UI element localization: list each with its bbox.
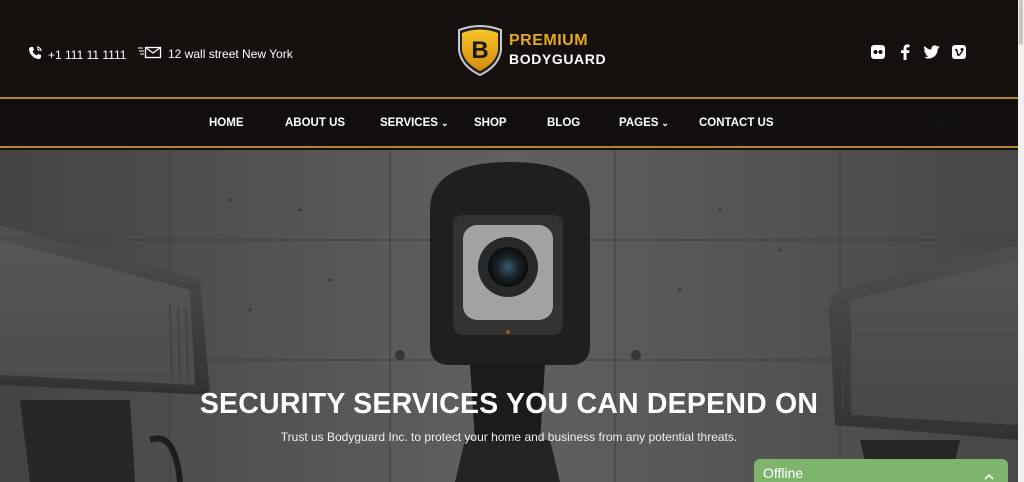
address-text: 12 wall street New York: [168, 47, 293, 61]
flickr-icon[interactable]: [870, 44, 886, 60]
chat-status: Offline: [763, 465, 804, 481]
phone-contact: +1 111 11 1111: [28, 46, 126, 63]
logo-premium: PREMIUM: [509, 32, 589, 49]
logo-bodyguard: BODYGUARD: [509, 51, 607, 67]
chat-widget[interactable]: Offline: [754, 459, 1008, 482]
cart-icon[interactable]: [934, 118, 949, 136]
svg-text:B: B: [471, 37, 488, 64]
social-links: [870, 44, 967, 60]
nav-item-pages[interactable]: PAGES ⌄: [619, 117, 669, 129]
nav-item-shop[interactable]: SHOP: [474, 117, 507, 129]
nav-item-contact-us[interactable]: CONTACT US: [699, 117, 774, 129]
facebook-icon[interactable]: [897, 44, 913, 60]
main-nav: HOME ABOUT US SERVICES ⌄ SHOP BLOG PAGES ⌄…: [0, 97, 1018, 148]
page-scrollbar[interactable]: [1018, 0, 1024, 482]
address-contact: 12 wall street New York: [138, 46, 293, 62]
hero-title: SECURITY SERVICES YOU CAN DEPEND ON: [199, 388, 819, 420]
phone-number[interactable]: +1 111 11 1111: [48, 48, 126, 62]
hero-subtitle: Trust us Bodyguard Inc. to protect your …: [280, 430, 738, 444]
chevron-down-icon: ⌄: [661, 118, 669, 128]
nav-item-services[interactable]: SERVICES ⌄: [380, 117, 449, 129]
nav-item-about-us[interactable]: ABOUT US: [285, 117, 345, 129]
shield-logo-icon: B: [458, 25, 502, 76]
nav-item-blog[interactable]: BLOG: [547, 117, 580, 129]
twitter-icon[interactable]: [924, 44, 940, 60]
chevron-down-icon: ⌄: [440, 118, 449, 128]
vimeo-icon[interactable]: [951, 44, 967, 60]
envelope-icon: [138, 46, 162, 62]
site-logo[interactable]: B PREMIUM BODYGUARD: [455, 24, 606, 76]
scrollbar-thumb[interactable]: [1019, 0, 1023, 45]
phone-icon: [28, 46, 42, 63]
chevron-up-icon[interactable]: [984, 467, 994, 482]
hero-banner: SECURITY SERVICES YOU CAN DEPEND ON Trus…: [0, 150, 1018, 482]
nav-item-home[interactable]: HOME: [209, 117, 244, 129]
top-bar: +1 111 11 1111 12 wall street New York B…: [0, 0, 1018, 97]
